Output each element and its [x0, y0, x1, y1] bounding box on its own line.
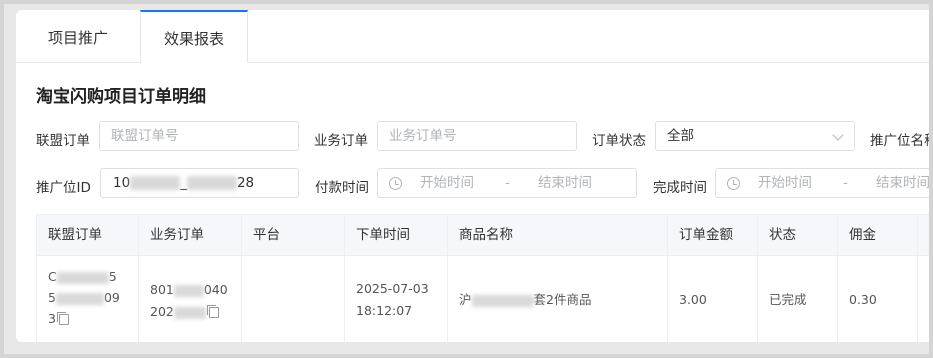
col-product-name: 商品名称 [448, 215, 668, 255]
finish-time-label: 完成时间 [653, 180, 707, 196]
col-more [918, 215, 933, 255]
union-order-label: 联盟订单 [36, 133, 90, 149]
redacted-block [471, 294, 534, 307]
chevron-down-icon [832, 129, 844, 141]
report-card: 项目推广 效果报表 淘宝闪购项目订单明细 联盟订单 联盟订单号 业务订单 业务订… [16, 10, 933, 342]
promo-id-mid: _ [180, 175, 187, 191]
promo-id-prefix: 10 [113, 175, 131, 191]
tab-project-promotion[interactable]: 项目推广 [16, 10, 140, 62]
cell-more [918, 256, 933, 342]
promo-position-id-input[interactable]: 10 _ 28 [100, 168, 299, 198]
redacted-block [55, 292, 104, 305]
redacted-block [186, 176, 237, 190]
copy-icon[interactable] [56, 312, 69, 325]
order-status-value: 全部 [667, 128, 694, 144]
pay-time-end[interactable]: 结束时间 [538, 169, 592, 197]
biz-order-placeholder: 业务订单号 [389, 128, 457, 144]
union-order-text: 3 [48, 311, 56, 326]
biz-order-input[interactable]: 业务订单号 [377, 121, 577, 151]
redacted-block [173, 284, 204, 297]
copy-icon[interactable] [206, 305, 219, 318]
biz-order-text: 040 [203, 282, 228, 297]
union-order-placeholder: 联盟订单号 [111, 128, 179, 144]
order-date: 2025-07-03 [356, 281, 429, 296]
page-title: 淘宝闪购项目订单明细 [36, 87, 206, 107]
redacted-block [173, 306, 206, 319]
finish-time-end[interactable]: 结束时间 [876, 169, 930, 197]
product-text: 沪 [459, 292, 472, 307]
promo-position-id-label: 推广位ID [36, 180, 91, 196]
col-order-time: 下单时间 [345, 215, 448, 255]
finish-time-separator: - [843, 175, 848, 191]
table-header: 联盟订单 业务订单 平台 下单时间 商品名称 订单金额 状态 佣金 [37, 215, 933, 256]
cell-union-order: C 5 5 09 3 [37, 256, 139, 342]
cell-order-time: 2025-07-03 18:12:07 [345, 256, 448, 342]
cell-status: 已完成 [758, 256, 838, 342]
union-order-text: 09 [103, 290, 120, 305]
product-text: 套2件商品 [533, 292, 592, 307]
tab-bar: 项目推广 效果报表 [16, 10, 933, 63]
col-platform: 平台 [242, 215, 345, 255]
col-biz-order: 业务订单 [139, 215, 242, 255]
biz-order-text: 801 [150, 282, 174, 297]
redacted-block [56, 271, 109, 284]
cell-commission: 0.30 [838, 256, 918, 342]
order-time: 18:12:07 [356, 303, 413, 318]
orders-table: 联盟订单 业务订单 平台 下单时间 商品名称 订单金额 状态 佣金 C 5 5 09… [36, 214, 933, 342]
col-commission: 佣金 [838, 215, 918, 255]
union-order-text: C [48, 269, 57, 284]
pay-time-label: 付款时间 [315, 180, 369, 196]
cell-order-amount: 3.00 [668, 256, 758, 342]
promo-position-name-label: 推广位名称 [870, 133, 933, 149]
clock-icon [727, 177, 740, 190]
union-order-text: 5 [48, 290, 56, 305]
union-order-text: 5 [108, 269, 117, 284]
order-status-select[interactable]: 全部 [655, 121, 855, 151]
order-status-label: 订单状态 [592, 133, 646, 149]
cell-product-name: 沪 套2件商品 [448, 256, 668, 342]
pay-time-range[interactable]: 开始时间 - 结束时间 [377, 168, 637, 198]
finish-time-start[interactable]: 开始时间 [758, 169, 812, 197]
cell-biz-order: 801 040 202 [139, 256, 242, 342]
tab-effect-report[interactable]: 效果报表 [140, 10, 248, 63]
biz-order-label: 业务订单 [314, 133, 368, 149]
clock-icon [389, 177, 402, 190]
col-status: 状态 [758, 215, 838, 255]
pay-time-separator: - [505, 175, 510, 191]
col-order-amount: 订单金额 [668, 215, 758, 255]
promo-id-suffix: 28 [236, 175, 255, 191]
pay-time-start[interactable]: 开始时间 [420, 169, 474, 197]
cell-platform [242, 256, 345, 342]
col-union-order: 联盟订单 [37, 215, 139, 255]
biz-order-text: 202 [150, 304, 174, 319]
union-order-input[interactable]: 联盟订单号 [99, 121, 299, 151]
finish-time-range[interactable]: 开始时间 - 结束时间 [715, 168, 933, 198]
redacted-block [130, 176, 181, 190]
